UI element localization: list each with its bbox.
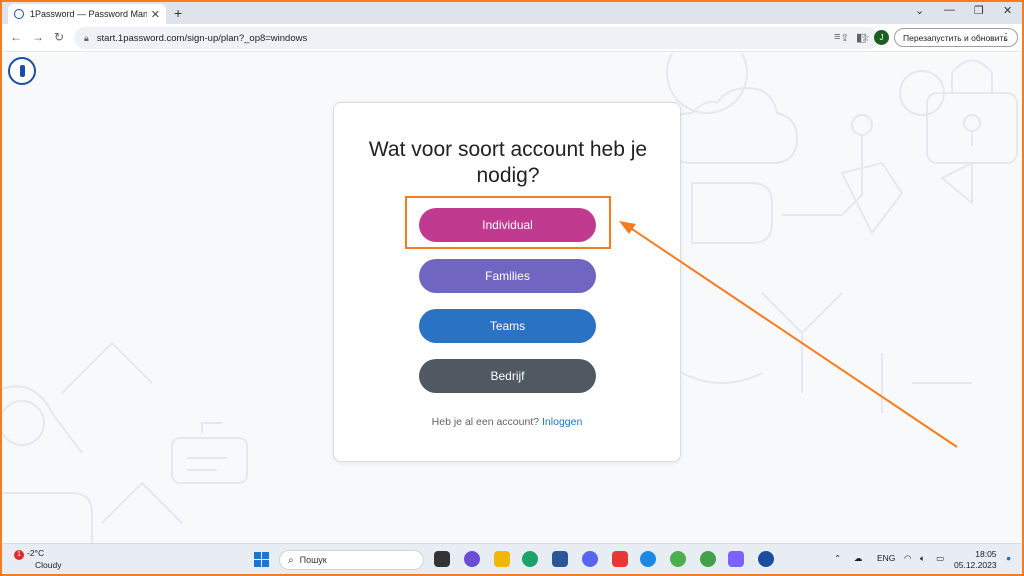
battery-icon[interactable]: ▭ — [936, 553, 944, 564]
windows-taskbar: 1 -2°C Cloudy ⌕ Пошук ⌃ ☁ ENG ◠ 🔈︎ ▭ 18:0… — [2, 543, 1022, 574]
business-plan-button[interactable]: Bedrijf — [419, 359, 596, 393]
notification-icon[interactable]: ● — [1006, 553, 1011, 563]
weather-widget[interactable]: 1 -2°C Cloudy — [14, 548, 61, 571]
plan-label: Teams — [489, 319, 526, 333]
language-indicator[interactable]: ENG — [877, 553, 895, 563]
taskbar-search[interactable]: ⌕ Пошук — [279, 550, 424, 570]
browser-toolbar: ← → ↻ 🔒︎ start.1password.com/sign-up/pla… — [2, 24, 1022, 52]
maximize-icon[interactable]: ❐ — [974, 4, 984, 17]
reload-icon[interactable]: ↻ — [54, 30, 64, 44]
profile-avatar[interactable]: J — [874, 30, 889, 45]
minimize-icon[interactable]: — — [944, 4, 955, 16]
plan-label: Individual — [482, 218, 533, 232]
clock-time: 18:05 — [975, 549, 997, 559]
url-text: start.1password.com/sign-up/plan?_op8=wi… — [96, 32, 308, 44]
tab-title: 1Password — Password Manag... — [30, 9, 147, 19]
address-bar[interactable]: 🔒︎ start.1password.com/sign-up/plan?_op8… — [74, 27, 880, 49]
reading-list-icon[interactable]: ≡ — [834, 31, 840, 43]
lock-icon: 🔒︎ — [84, 32, 89, 43]
wifi-icon[interactable]: ◠ — [904, 553, 911, 564]
store-icon[interactable] — [552, 551, 568, 567]
app-icon[interactable] — [612, 551, 628, 567]
chat-icon[interactable] — [464, 551, 480, 567]
menu-dots-icon[interactable]: ⋮ — [1001, 32, 1011, 43]
volume-icon[interactable]: 🔈︎ — [920, 553, 925, 564]
windows-start-icon[interactable] — [254, 552, 269, 567]
plan-label: Families — [485, 269, 530, 283]
chrome-profile-icon[interactable] — [700, 551, 716, 567]
restart-update-button[interactable]: Перезапустить и обновить ⋮ — [894, 28, 1018, 47]
new-tab-icon[interactable]: + — [174, 5, 182, 21]
tray-overflow-icon[interactable]: ⌃ — [834, 553, 841, 564]
page-title: Wat voor soort account heb je nodig? — [368, 138, 648, 187]
screen: 1Password — Password Manag... ✕ + ⌄ — ❐ … — [2, 2, 1022, 574]
network-app-icon[interactable]: ☁ — [854, 553, 863, 564]
vpn-icon[interactable] — [728, 551, 744, 567]
chrome-icon[interactable] — [670, 551, 686, 567]
login-prompt-text: Heb je al een account? — [431, 416, 540, 428]
weather-condition: Cloudy — [35, 560, 62, 570]
onepassword-favicon-icon — [14, 9, 24, 19]
close-window-icon[interactable]: ✕ — [1003, 4, 1012, 17]
individual-plan-button[interactable]: Individual — [419, 208, 596, 242]
temperature: -2°C — [27, 548, 45, 558]
tab-search-icon[interactable]: ⌄ — [915, 4, 924, 17]
close-tab-icon[interactable]: ✕ — [151, 8, 160, 21]
plan-label: Bedrijf — [490, 369, 525, 383]
teams-plan-button[interactable]: Teams — [419, 309, 596, 343]
discord-icon[interactable] — [582, 551, 598, 567]
web-page: Wat voor soort account heb je nodig? Ind… — [2, 53, 1022, 543]
families-plan-button[interactable]: Families — [419, 259, 596, 293]
search-placeholder: Пошук — [299, 555, 327, 565]
onepassword-taskbar-icon[interactable] — [758, 551, 774, 567]
tab-strip: 1Password — Password Manag... ✕ + ⌄ — ❐ … — [2, 2, 1022, 24]
side-panel-icon[interactable]: ◧ — [856, 31, 866, 44]
weather-badge: 1 — [14, 550, 24, 560]
clock-date: 05.12.2023 — [954, 560, 997, 570]
search-icon: ⌕ — [288, 554, 294, 566]
back-icon[interactable]: ← — [10, 30, 22, 44]
file-explorer-icon[interactable] — [494, 551, 510, 567]
account-type-card: Wat voor soort account heb je nodig? Ind… — [333, 102, 681, 462]
onepassword-logo[interactable] — [8, 57, 36, 85]
browser-tab[interactable]: 1Password — Password Manag... ✕ — [8, 4, 166, 24]
forward-icon[interactable]: → — [32, 30, 44, 44]
telegram-icon[interactable] — [640, 551, 656, 567]
login-prompt: Heb je al een account? Inloggen — [334, 416, 680, 428]
task-view-icon[interactable] — [434, 551, 450, 567]
share-icon[interactable]: ⇪ — [841, 33, 849, 44]
edge-icon[interactable] — [522, 551, 538, 567]
restart-update-label: Перезапустить и обновить — [903, 32, 1008, 43]
system-clock[interactable]: 18:05 05.12.2023 — [954, 549, 997, 571]
login-link[interactable]: Inloggen — [542, 416, 582, 428]
